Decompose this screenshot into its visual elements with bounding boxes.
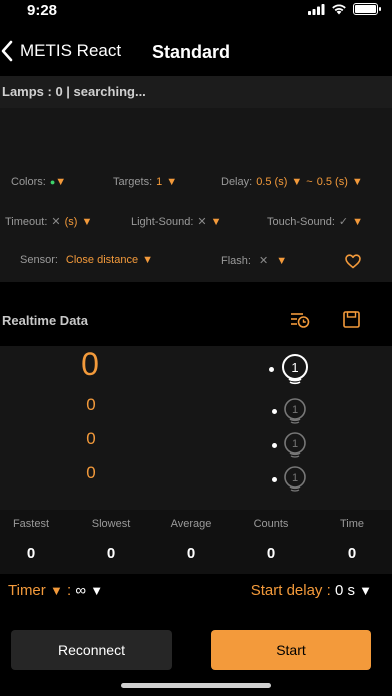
realtime-value: 0 (86, 395, 96, 414)
colors-setting[interactable]: Colors: ● ▼ (11, 176, 66, 188)
stat-label-fastest: Fastest (12, 518, 50, 530)
stat-label-average: Average (170, 518, 212, 530)
x-icon: ✕ (197, 216, 207, 228)
stat-value-time: 0 (347, 545, 357, 562)
caret-down-icon: ▼ (81, 215, 93, 228)
lamp-dot (272, 408, 277, 414)
save-icon[interactable] (343, 311, 360, 328)
wifi-icon (332, 4, 346, 15)
battery-icon (353, 3, 381, 15)
realtime-value: 0 (81, 346, 99, 382)
timeout-label: Timeout: (5, 215, 48, 228)
caret-down-icon: ▼ (276, 254, 288, 267)
delay-separator: ~ (306, 176, 313, 188)
realtime-value: 0 (86, 429, 96, 448)
realtime-panel (0, 346, 392, 510)
lightbulb-icon: 1 (284, 432, 306, 458)
start-delay-value: 0 s (334, 582, 355, 599)
lamp-number: 1 (292, 472, 298, 484)
flash-setting[interactable]: Flash: ✕ ▼ (221, 254, 288, 268)
delay-setting[interactable]: Delay: 0.5 (s) ▼ ~ 0.5 (s) ▼ (221, 176, 363, 188)
delay-label: Delay: (221, 176, 253, 188)
stat-label-time: Time (339, 518, 365, 530)
lamps-status-text: Lamps : 0 | searching... (2, 84, 146, 99)
lamp-number: 1 (292, 438, 298, 450)
touch-sound-setting[interactable]: Touch-Sound: ✓ ▼ (267, 215, 363, 229)
delay-max-value: 0.5 (s) (316, 176, 348, 188)
delay-min-value: 0.5 (s) (256, 176, 288, 188)
signal-icon (308, 3, 325, 15)
check-icon: ✓ (338, 216, 349, 228)
caret-down-icon: ▼ (210, 215, 222, 228)
sensor-value: Close distance (65, 254, 139, 266)
history-icon[interactable] (290, 311, 310, 329)
lamp-number: 1 (292, 404, 298, 416)
light-sound-label: Light-Sound: (131, 215, 194, 228)
timeout-unit: (s) (64, 215, 78, 228)
sensor-setting[interactable]: Sensor: Close distance ▼ (20, 254, 153, 266)
targets-setting[interactable]: Targets: 1 ▼ (113, 176, 177, 188)
reconnect-button[interactable]: Reconnect (11, 630, 172, 670)
lamp-indicator: 1 (269, 353, 312, 385)
stat-value-counts: 0 (266, 545, 276, 562)
caret-down-icon: ▼ (166, 176, 178, 188)
x-icon: ✕ (51, 216, 61, 228)
timeout-setting[interactable]: Timeout: ✕ (s) ▼ (5, 215, 93, 229)
flash-label: Flash: (221, 254, 251, 267)
lightbulb-icon: 1 (284, 398, 306, 424)
lamp-dot (272, 476, 277, 482)
lamp-indicator: 1 (272, 431, 309, 459)
home-indicator[interactable] (121, 683, 271, 688)
stat-label-counts: Counts (253, 518, 289, 530)
lamp-indicator: 1 (272, 397, 309, 425)
lamp-number: 1 (291, 360, 298, 375)
timer-label: Timer (8, 582, 46, 599)
lightbulb-icon: 1 (282, 354, 308, 385)
lightbulb-icon: 1 (284, 466, 306, 492)
lamp-indicator: 1 (272, 465, 309, 493)
sensor-label: Sensor: (20, 254, 58, 266)
timer-selector[interactable]: Timer ▼ : ∞ ▼ (8, 582, 103, 599)
targets-label: Targets: (113, 176, 153, 188)
light-sound-setting[interactable]: Light-Sound: ✕ ▼ (131, 215, 222, 229)
start-delay-label: Start delay : (250, 582, 331, 599)
caret-down-icon: ▼ (49, 583, 63, 598)
caret-down-icon: ▼ (351, 176, 363, 188)
stat-value-fastest: 0 (26, 545, 36, 562)
targets-value: 1 (156, 176, 163, 188)
caret-down-icon: ▼ (90, 583, 104, 598)
status-time: 9:28 (27, 2, 58, 19)
touch-sound-label: Touch-Sound: (267, 215, 335, 228)
stat-label-slowest: Slowest (91, 518, 131, 530)
stat-value-average: 0 (186, 545, 196, 562)
timer-value: ∞ (75, 582, 87, 599)
realtime-title: Realtime Data (2, 313, 88, 328)
start-button[interactable]: Start (211, 630, 371, 670)
caret-down-icon: ▼ (55, 176, 67, 188)
start-delay-selector[interactable]: Start delay : 0 s ▼ (251, 582, 372, 599)
colors-label: Colors: (11, 176, 46, 188)
lamp-dot (269, 366, 274, 372)
x-icon: ✕ (258, 255, 269, 267)
heart-icon[interactable] (345, 254, 361, 269)
stat-value-slowest: 0 (106, 545, 116, 562)
realtime-value: 0 (86, 463, 96, 482)
status-icons (308, 3, 381, 15)
caret-down-icon: ▼ (359, 583, 372, 598)
caret-down-icon: ▼ (142, 254, 153, 266)
caret-down-icon: ▼ (352, 215, 363, 228)
page-title: Standard (151, 42, 230, 62)
timer-colon: : (67, 582, 72, 599)
caret-down-icon: ▼ (291, 176, 303, 188)
battery-fill (355, 5, 376, 13)
lamp-dot (272, 442, 277, 448)
